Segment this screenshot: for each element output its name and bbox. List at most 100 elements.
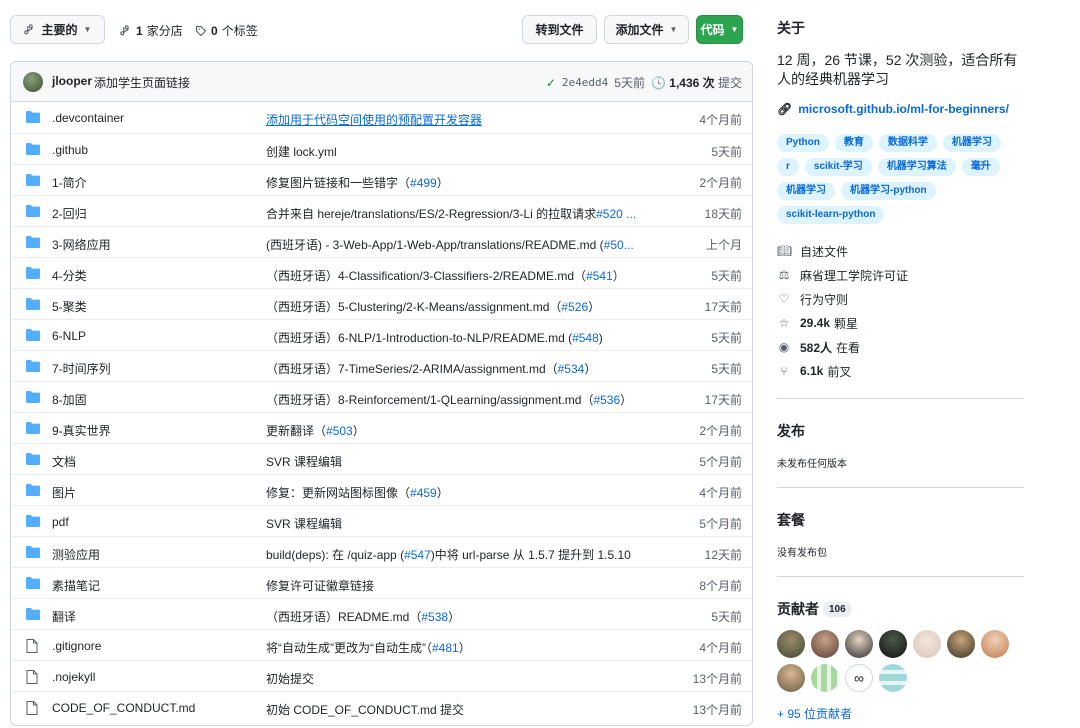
- commit-message-cell[interactable]: 修复许可证徽章链接: [266, 577, 651, 594]
- commit-message-cell[interactable]: （西班牙语）4-Classification/3-Classifiers-2/R…: [266, 267, 651, 284]
- commit-sha[interactable]: 2e4edd4: [562, 76, 608, 89]
- readme-link[interactable]: 📖︎ 自述文件: [777, 239, 908, 263]
- table-row[interactable]: 5-聚类 （西班牙语）5-Clustering/2-K-Means/assignm…: [11, 288, 752, 319]
- pr-link[interactable]: #536: [593, 393, 620, 407]
- commit-message-cell[interactable]: 将“自动生成”更改为“自动生成”（#481）: [266, 639, 651, 656]
- file-name[interactable]: .nojekyll: [52, 670, 95, 684]
- table-row[interactable]: 4-分类 （西班牙语）4-Classification/3-Classifiers…: [11, 257, 752, 288]
- topic-tag[interactable]: 机器学习: [942, 134, 1001, 152]
- file-name[interactable]: 5-聚类: [52, 298, 87, 315]
- pr-link[interactable]: #459: [410, 486, 437, 500]
- file-name[interactable]: .gitignore: [52, 639, 101, 653]
- watchers-link[interactable]: ◉ 582人 在看: [777, 335, 908, 359]
- commit-message-cell[interactable]: 创建 lock.yml: [266, 143, 651, 160]
- avatar[interactable]: [981, 630, 1009, 658]
- pr-link[interactable]: #538: [421, 610, 448, 624]
- contributors-title[interactable]: 贡献者 106: [777, 599, 852, 619]
- pr-link[interactable]: #541: [586, 269, 613, 283]
- commit-message-cell[interactable]: build(deps): 在 /quiz-app (#547)中将 url-pa…: [266, 546, 651, 563]
- table-row[interactable]: 1-简介 修复图片链接和一些错字（#499） 2个月前: [11, 164, 752, 195]
- commit-history-link[interactable]: 🕓 1,436 次 提交: [651, 74, 742, 91]
- file-name[interactable]: 2-回归: [52, 205, 87, 222]
- homepage-link[interactable]: 🔗︎ microsoft.github.io/ml-for-beginners/: [777, 102, 1009, 116]
- commit-message-cell[interactable]: 初始 CODE_OF_CONDUCT.md 提交: [266, 701, 651, 718]
- stars-link[interactable]: ☆ 29.4k 颗星: [777, 311, 908, 335]
- file-name[interactable]: 8-加固: [52, 391, 87, 408]
- branches-link[interactable]: 1 家分店: [120, 22, 183, 39]
- file-name[interactable]: pdf: [52, 515, 69, 529]
- pr-link[interactable]: #503: [326, 424, 353, 438]
- table-row[interactable]: 3-网络应用 (西班牙语) - 3-Web-App/1-Web-App/trans…: [11, 226, 752, 257]
- file-name[interactable]: 7-时间序列: [52, 360, 111, 377]
- avatar[interactable]: [879, 664, 907, 692]
- commit-message-cell[interactable]: SVR 课程编辑: [266, 453, 651, 470]
- commit-author[interactable]: jlooper: [52, 74, 92, 88]
- commit-message-cell[interactable]: 修复：更新网站图标图像（#459）: [266, 484, 651, 501]
- file-name[interactable]: .github: [52, 143, 88, 157]
- table-row[interactable]: 8-加固 （西班牙语）8-Reinforcement/1-QLearning/as…: [11, 381, 752, 412]
- conduct-link[interactable]: ♡ 行为守则: [777, 287, 908, 311]
- commit-message-cell[interactable]: （西班牙语）6-NLP/1-Introduction-to-NLP/README…: [266, 329, 651, 346]
- table-row[interactable]: 2-回归 合并来自 hereje/translations/ES/2-Regres…: [11, 195, 752, 226]
- pr-link[interactable]: #481: [432, 641, 459, 655]
- avatar[interactable]: ∞: [845, 664, 873, 692]
- table-row[interactable]: 9-真实世界 更新翻译（#503） 2个月前: [11, 412, 752, 443]
- forks-link[interactable]: ⑂ 6.1k 前叉: [777, 359, 908, 383]
- table-row[interactable]: 文档 SVR 课程编辑 5个月前: [11, 443, 752, 474]
- pr-link[interactable]: #499: [410, 176, 437, 190]
- table-row[interactable]: pdf SVR 课程编辑 5个月前: [11, 505, 752, 536]
- commit-message-cell[interactable]: （西班牙语）README.md（#538）: [266, 608, 651, 625]
- topic-tag[interactable]: 毫升: [961, 158, 1000, 176]
- table-row[interactable]: .devcontainer 添加用于代码空间使用的预配置开发容器 4个月前: [11, 102, 752, 133]
- avatar[interactable]: [879, 630, 907, 658]
- file-name[interactable]: 6-NLP: [52, 329, 86, 343]
- pr-link[interactable]: #547: [404, 548, 431, 562]
- add-file-button[interactable]: 添加文件 ▼: [604, 15, 689, 44]
- commit-message-cell[interactable]: （西班牙语）5-Clustering/2-K-Means/assignment.…: [266, 298, 651, 315]
- topic-tag[interactable]: r: [777, 158, 799, 176]
- branch-select-button[interactable]: 主要的 ▼: [10, 15, 105, 44]
- packages-title[interactable]: 套餐: [777, 510, 805, 530]
- avatar[interactable]: [23, 72, 43, 92]
- avatar[interactable]: [777, 664, 805, 692]
- file-name[interactable]: 图片: [52, 484, 76, 501]
- file-name[interactable]: 1-简介: [52, 174, 87, 191]
- topic-tag[interactable]: 机器学习: [777, 182, 835, 200]
- license-link[interactable]: ⚖ 麻省理工学院许可证: [777, 263, 908, 287]
- table-row[interactable]: 图片 修复：更新网站图标图像（#459） 4个月前: [11, 474, 752, 505]
- avatar[interactable]: [947, 630, 975, 658]
- table-row[interactable]: 翻译 （西班牙语）README.md（#538） 5天前: [11, 598, 752, 629]
- avatar[interactable]: [777, 630, 805, 658]
- pr-link[interactable]: #526: [561, 300, 588, 314]
- table-row[interactable]: 素描笔记 修复许可证徽章链接 8个月前: [11, 567, 752, 598]
- table-row[interactable]: .nojekyll 初始提交 13个月前: [11, 660, 752, 691]
- file-name[interactable]: 9-真实世界: [52, 422, 111, 439]
- file-name[interactable]: 翻译: [52, 608, 76, 625]
- file-name[interactable]: .devcontainer: [52, 111, 124, 125]
- commit-message[interactable]: 添加学生页面链接: [94, 74, 190, 91]
- topic-tag[interactable]: Python: [777, 134, 829, 152]
- avatar[interactable]: [811, 664, 839, 692]
- avatar[interactable]: [811, 630, 839, 658]
- topic-tag[interactable]: 机器学习-python: [841, 182, 936, 200]
- avatar[interactable]: [913, 630, 941, 658]
- file-name[interactable]: 测验应用: [52, 546, 100, 563]
- pr-link[interactable]: #520 ...: [596, 207, 636, 221]
- file-name[interactable]: 素描笔记: [52, 577, 100, 594]
- pr-link[interactable]: #50...: [604, 238, 634, 252]
- avatar[interactable]: [845, 630, 873, 658]
- goto-file-button[interactable]: 转到文件: [522, 15, 597, 44]
- file-name[interactable]: 4-分类: [52, 267, 87, 284]
- commit-message-cell[interactable]: 合并来自 hereje/translations/ES/2-Regression…: [266, 205, 651, 222]
- topic-tag[interactable]: 机器学习算法: [877, 158, 956, 176]
- topic-tag[interactable]: scikit-learn-python: [777, 206, 885, 224]
- table-row[interactable]: .github 创建 lock.yml 5天前: [11, 133, 752, 164]
- commit-message-cell[interactable]: 初始提交: [266, 670, 651, 687]
- topic-tag[interactable]: scikit-学习: [804, 158, 872, 176]
- table-row[interactable]: .gitignore 将“自动生成”更改为“自动生成”（#481） 4个月前: [11, 629, 752, 660]
- table-row[interactable]: 6-NLP （西班牙语）6-NLP/1-Introduction-to-NLP/R…: [11, 319, 752, 350]
- topic-tag[interactable]: 教育: [834, 134, 873, 152]
- releases-title[interactable]: 发布: [777, 421, 805, 441]
- table-row[interactable]: 测验应用 build(deps): 在 /quiz-app (#547)中将 ur…: [11, 536, 752, 567]
- pr-link[interactable]: #548: [572, 331, 599, 345]
